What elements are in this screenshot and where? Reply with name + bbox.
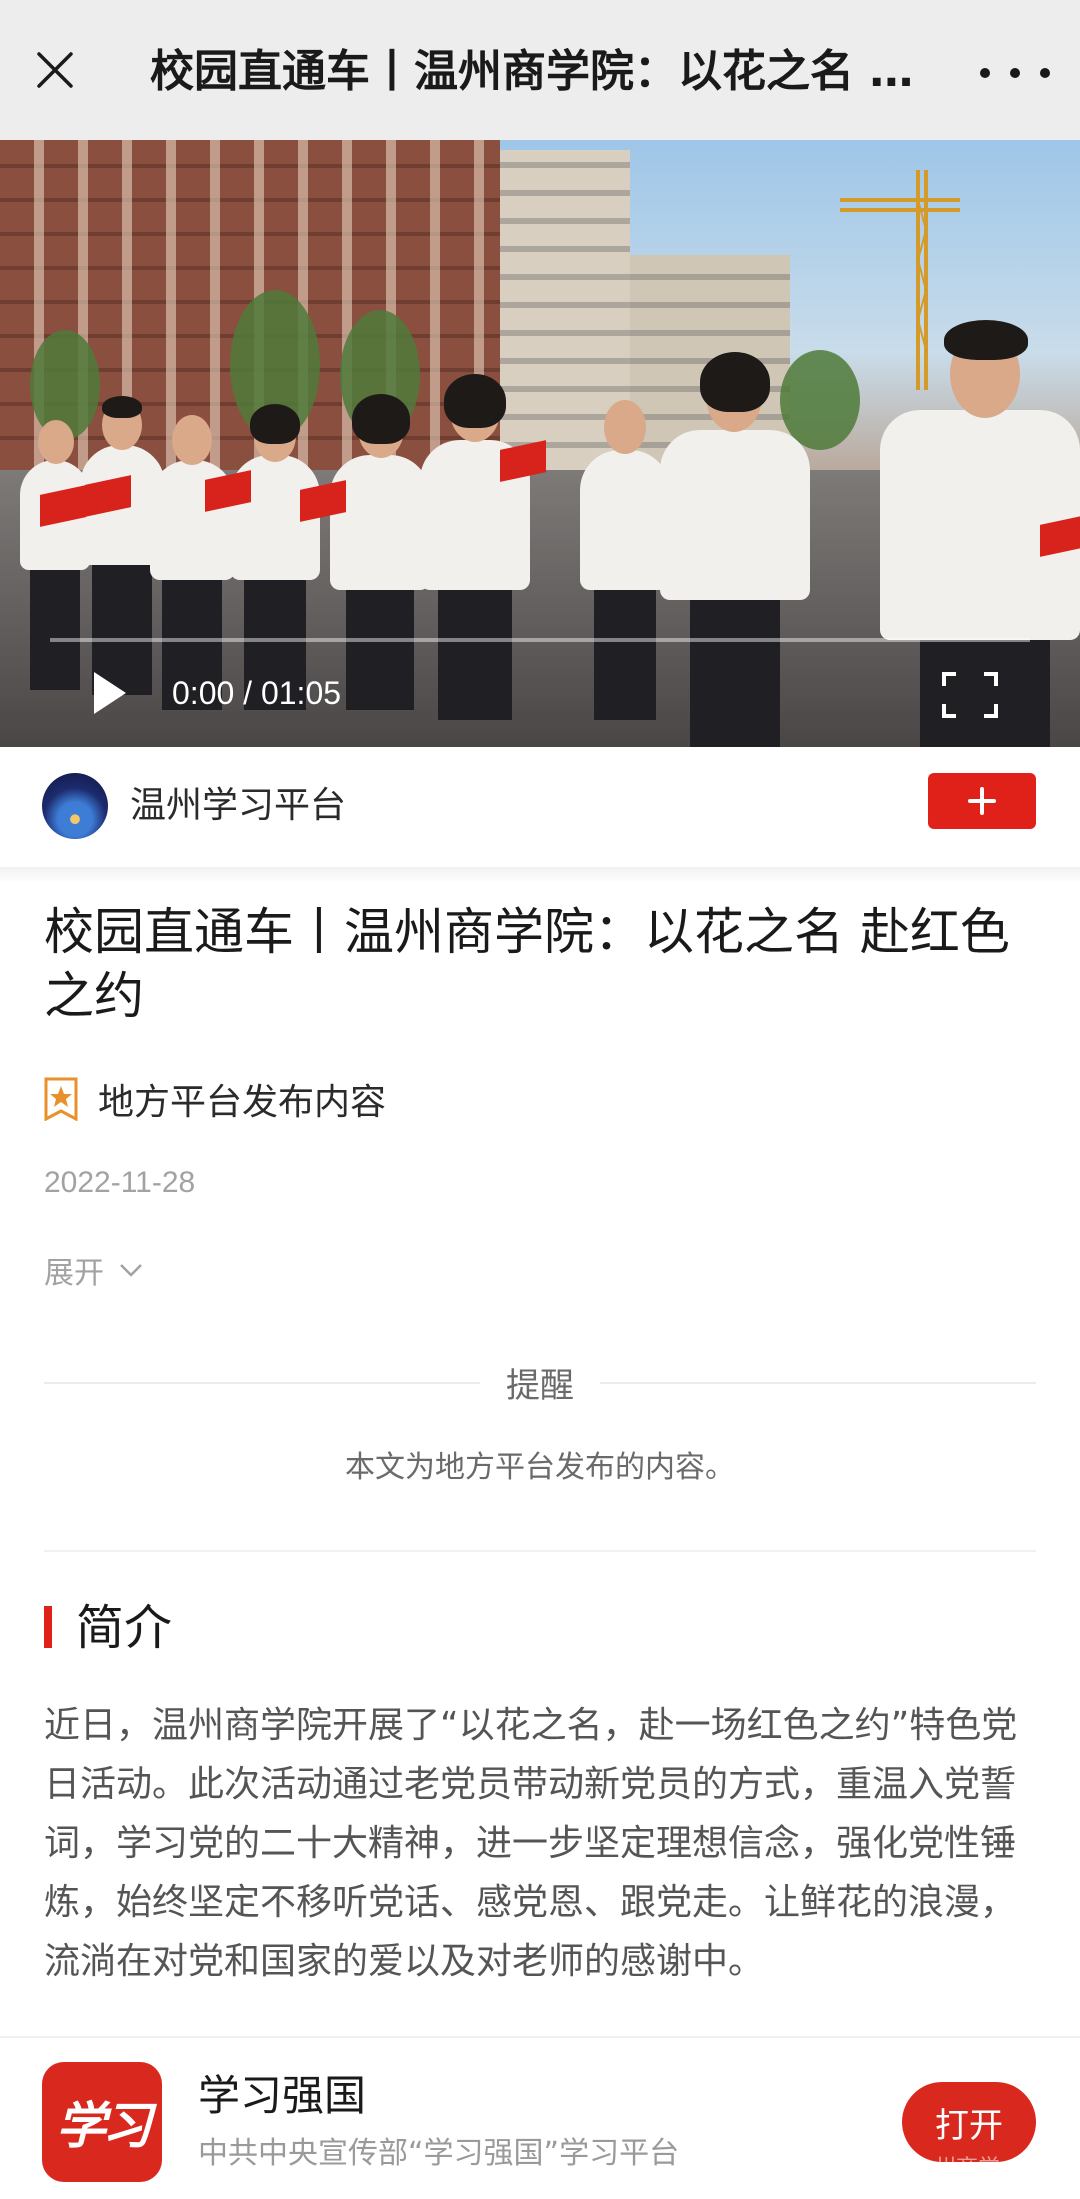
section-divider [44, 1550, 1036, 1552]
top-bar: 校园直通车丨温州商学院：以花之名 赴红色之约 [0, 0, 1080, 140]
source-badge: 地方平台发布内容 [44, 1074, 386, 1124]
expand-label: 展开 [44, 1256, 104, 1291]
intro-body: 近日，温州商学院开展了“以花之名，赴一场红色之约”特色党日活动。此次活动通过老党… [44, 1705, 1018, 1982]
page-title: 校园直通车丨温州商学院：以花之名 赴红色之约 [150, 46, 930, 97]
more-icon [980, 68, 990, 78]
play-icon [94, 672, 126, 714]
channel-avatar[interactable] [42, 773, 108, 839]
plus-icon [968, 787, 996, 815]
video-time: 0:00 / 01:05 [172, 675, 342, 711]
publish-date: 2022-11-28 [44, 1166, 196, 1199]
section-marker [44, 1606, 52, 1648]
reminder-title: 提醒 [506, 1366, 574, 1406]
chevron-down-icon [120, 1264, 142, 1277]
fullscreen-button[interactable] [940, 670, 1000, 720]
video-crowd [0, 320, 1080, 747]
article-title: 校园直通车丨温州商学院：以花之名 赴红色之约 [44, 903, 1010, 1025]
close-button[interactable] [30, 40, 80, 100]
crane-graphic [840, 170, 960, 390]
channel-row: 温州学习平台 [0, 747, 1080, 867]
star-badge-icon [44, 1077, 78, 1121]
close-icon [37, 52, 73, 88]
watermark: 州商学 [934, 2156, 1001, 2181]
badge-text: 地方平台发布内容 [98, 1082, 387, 1123]
video-player[interactable]: 0:00 / 01:05 [0, 140, 1080, 747]
play-button[interactable] [90, 668, 130, 718]
reminder-text: 本文为地方平台发布的内容。 [345, 1450, 735, 1485]
more-button[interactable] [980, 48, 1050, 98]
banner-divider [0, 2036, 1080, 2038]
app-logo[interactable]: 学习 [42, 2062, 162, 2182]
expand-toggle[interactable]: 展开 [44, 1248, 144, 1292]
app-description: 中共中央宣传部“学习强国”学习平台 [198, 2136, 680, 2171]
intro-heading: 简介 [76, 1600, 173, 1656]
fullscreen-icon [942, 672, 998, 718]
video-progress-bar[interactable] [50, 638, 1030, 642]
app-logo-text: 学习 [56, 2096, 152, 2155]
app-name: 学习强国 [198, 2071, 367, 2120]
follow-button[interactable] [928, 773, 1036, 829]
channel-name[interactable]: 温州学习平台 [130, 781, 346, 831]
